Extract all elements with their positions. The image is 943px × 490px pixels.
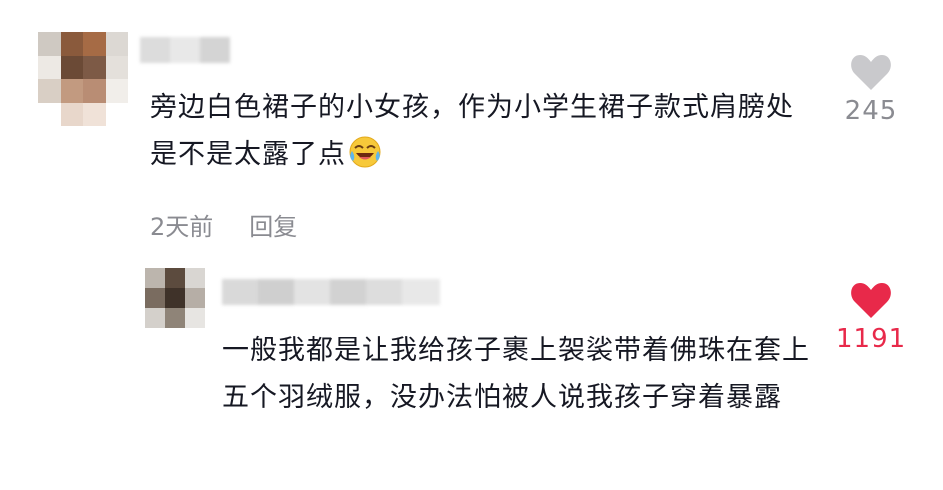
reply-text: 一般我都是让我给孩子裹上袈裟带着佛珠在套上五个羽绒服，没办法怕被人说我孩子穿着暴… <box>222 335 810 413</box>
laughing-crying-emoji-icon <box>348 135 382 169</box>
reply-like-count: 1191 <box>836 324 907 354</box>
reply-body: 一般我都是让我给孩子裹上袈裟带着佛珠在套上五个羽绒服，没办法怕被人说我孩子穿着暴… <box>222 327 822 421</box>
avatar[interactable] <box>38 32 128 126</box>
username-blurred[interactable] <box>140 37 230 63</box>
reply-like-button[interactable]: 1191 <box>836 280 906 354</box>
like-count: 245 <box>844 96 898 126</box>
reply-avatar[interactable] <box>145 268 205 328</box>
heart-filled-icon <box>851 283 891 318</box>
comment-meta: 2天前 回复 <box>150 207 297 242</box>
comment-text: 旁边白色裙子的小女孩，作为小学生裙子款式肩膀处是不是太露了点 <box>150 92 794 170</box>
reply-button[interactable]: 回复 <box>249 207 297 242</box>
comment-time: 2天前 <box>150 213 214 241</box>
like-button[interactable]: 245 <box>836 52 906 126</box>
comment-body: 旁边白色裙子的小女孩，作为小学生裙子款式肩膀处是不是太露了点 <box>150 84 820 178</box>
reply-username-blurred[interactable] <box>222 279 440 305</box>
heart-outline-icon <box>851 55 891 90</box>
